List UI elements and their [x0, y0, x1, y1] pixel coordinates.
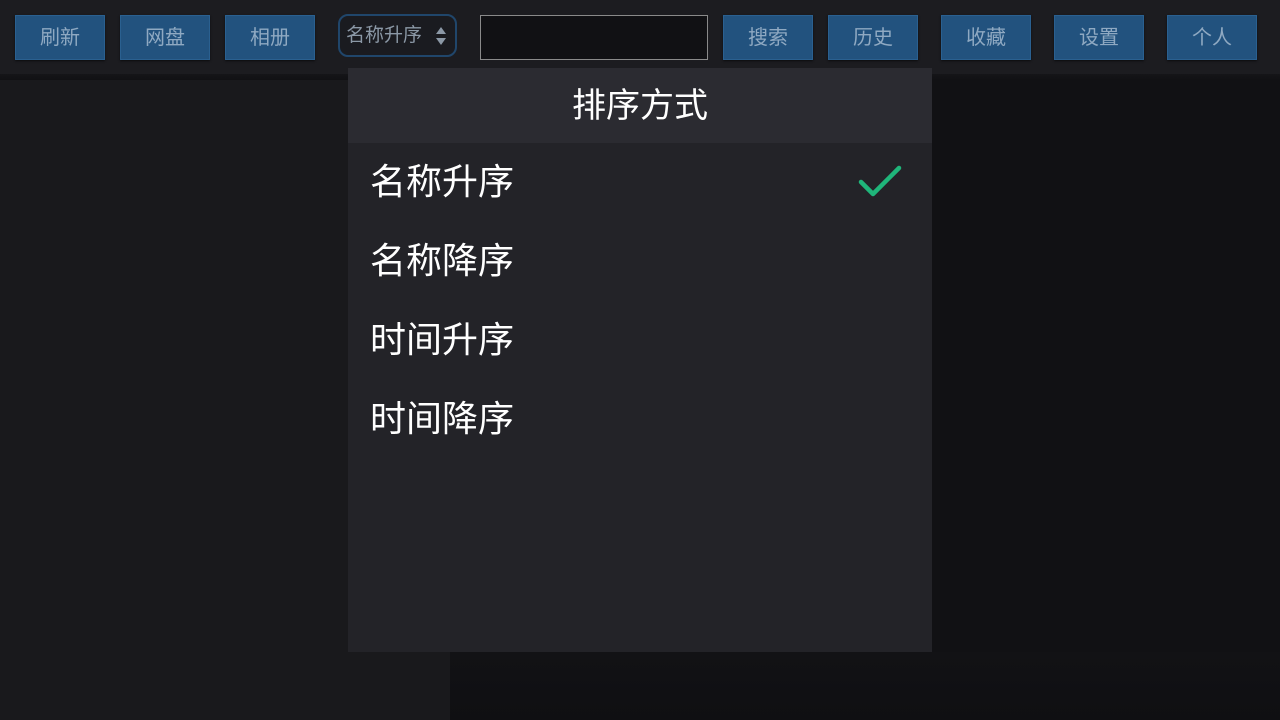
sort-arrows-icon: [436, 27, 446, 45]
sort-option-label: 名称降序: [370, 241, 515, 282]
sort-option-name-asc[interactable]: 名称升序: [348, 143, 932, 222]
album-button[interactable]: 相册: [225, 15, 315, 60]
search-button[interactable]: 搜索: [723, 15, 813, 60]
profile-button[interactable]: 个人: [1167, 15, 1257, 60]
dialog-title: 排序方式: [348, 68, 932, 143]
settings-button[interactable]: 设置: [1054, 15, 1144, 60]
search-input[interactable]: [480, 15, 708, 60]
check-icon: [858, 165, 902, 197]
sort-order-dialog: 排序方式 名称升序 名称降序 时间升序 时间降序: [348, 68, 932, 652]
sort-option-label: 名称升序: [370, 162, 515, 203]
favorites-button[interactable]: 收藏: [941, 15, 1031, 60]
left-panel-backdrop: [0, 80, 348, 720]
sort-option-name-desc[interactable]: 名称降序: [348, 222, 932, 301]
sort-option-time-asc[interactable]: 时间升序: [348, 301, 932, 380]
bottom-right-backdrop: [450, 652, 1280, 720]
sort-order-value: 名称升序: [346, 24, 423, 46]
cloud-drive-button[interactable]: 网盘: [120, 15, 210, 60]
bottom-panel-backdrop: [348, 652, 450, 720]
sort-option-label: 时间降序: [370, 399, 515, 440]
sort-option-label: 时间升序: [370, 320, 515, 361]
history-button[interactable]: 历史: [828, 15, 918, 60]
top-toolbar: 刷新 网盘 相册 名称升序 搜索 历史 收藏 设置 个人: [0, 0, 1280, 74]
sort-order-select[interactable]: 名称升序: [338, 14, 457, 57]
refresh-button[interactable]: 刷新: [15, 15, 105, 60]
sort-option-time-desc[interactable]: 时间降序: [348, 380, 932, 459]
